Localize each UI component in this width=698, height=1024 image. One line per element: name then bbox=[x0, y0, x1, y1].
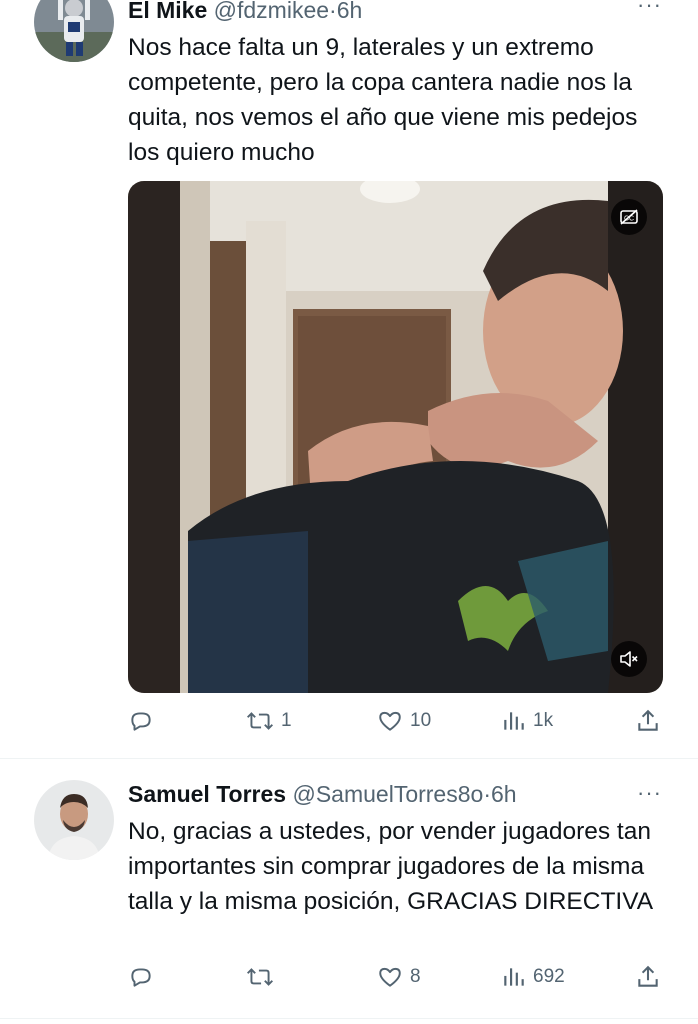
like-count: 8 bbox=[410, 966, 421, 987]
tweet-actions: 1 10 1k bbox=[128, 708, 668, 738]
author-handle[interactable]: @fdzmikee bbox=[214, 0, 329, 23]
retweet-icon bbox=[246, 712, 274, 730]
retweet-icon bbox=[246, 968, 274, 986]
video-frame bbox=[128, 181, 663, 693]
timestamp[interactable]: 6h bbox=[337, 0, 363, 23]
views-icon bbox=[504, 712, 524, 730]
avatar[interactable] bbox=[34, 780, 114, 860]
reply-button[interactable] bbox=[128, 708, 160, 734]
reply-icon bbox=[131, 968, 151, 987]
separator-dot: · bbox=[329, 0, 337, 23]
views-button[interactable]: 1k bbox=[501, 708, 553, 734]
author-name[interactable]: Samuel Torres bbox=[128, 781, 286, 807]
views-count: 692 bbox=[533, 966, 565, 987]
tweet-header: El Mike @fdzmikee·6h bbox=[128, 0, 362, 24]
like-count: 10 bbox=[410, 710, 432, 731]
like-icon bbox=[379, 711, 401, 731]
captions-off-icon[interactable]: CC bbox=[611, 199, 647, 235]
retweet-button[interactable]: 1 bbox=[245, 708, 292, 734]
retweet-button[interactable] bbox=[245, 964, 281, 990]
tweet-divider bbox=[0, 1018, 698, 1019]
like-icon bbox=[379, 967, 401, 987]
more-options-icon[interactable]: ··· bbox=[637, 780, 662, 806]
tweet-text: No, gracias a ustedes, por vender jugado… bbox=[128, 818, 654, 915]
views-icon bbox=[504, 968, 524, 986]
avatar[interactable] bbox=[34, 0, 114, 62]
timestamp[interactable]: 6h bbox=[491, 781, 517, 807]
tweet-text: Nos hace falta un 9, laterales y un extr… bbox=[128, 34, 638, 166]
share-icon bbox=[638, 709, 658, 731]
video-player[interactable]: CC bbox=[128, 181, 663, 693]
share-button[interactable] bbox=[635, 964, 661, 990]
tweet-actions: 8 692 bbox=[128, 964, 668, 994]
views-count: 1k bbox=[533, 710, 554, 731]
separator-dot: · bbox=[483, 781, 491, 807]
reply-button[interactable] bbox=[128, 964, 160, 990]
tweet-el-mike[interactable]: El Mike @fdzmikee·6h ··· Nos hace falta … bbox=[0, 0, 698, 758]
muted-speaker-icon[interactable] bbox=[611, 641, 647, 677]
more-options-icon[interactable]: ··· bbox=[637, 0, 662, 18]
like-button[interactable]: 10 bbox=[376, 708, 431, 734]
like-button[interactable]: 8 bbox=[376, 964, 421, 990]
share-icon bbox=[638, 965, 658, 987]
views-button[interactable]: 692 bbox=[501, 964, 565, 990]
tweet-header: Samuel Torres @SamuelTorres8o·6h bbox=[128, 780, 517, 808]
author-handle[interactable]: @SamuelTorres8o bbox=[292, 781, 483, 807]
author-name[interactable]: El Mike bbox=[128, 0, 207, 23]
retweet-count: 1 bbox=[281, 710, 292, 731]
share-button[interactable] bbox=[635, 708, 661, 734]
tweet-samuel-torres[interactable]: Samuel Torres @SamuelTorres8o·6h ··· No,… bbox=[0, 758, 698, 1024]
reply-icon bbox=[131, 712, 151, 731]
